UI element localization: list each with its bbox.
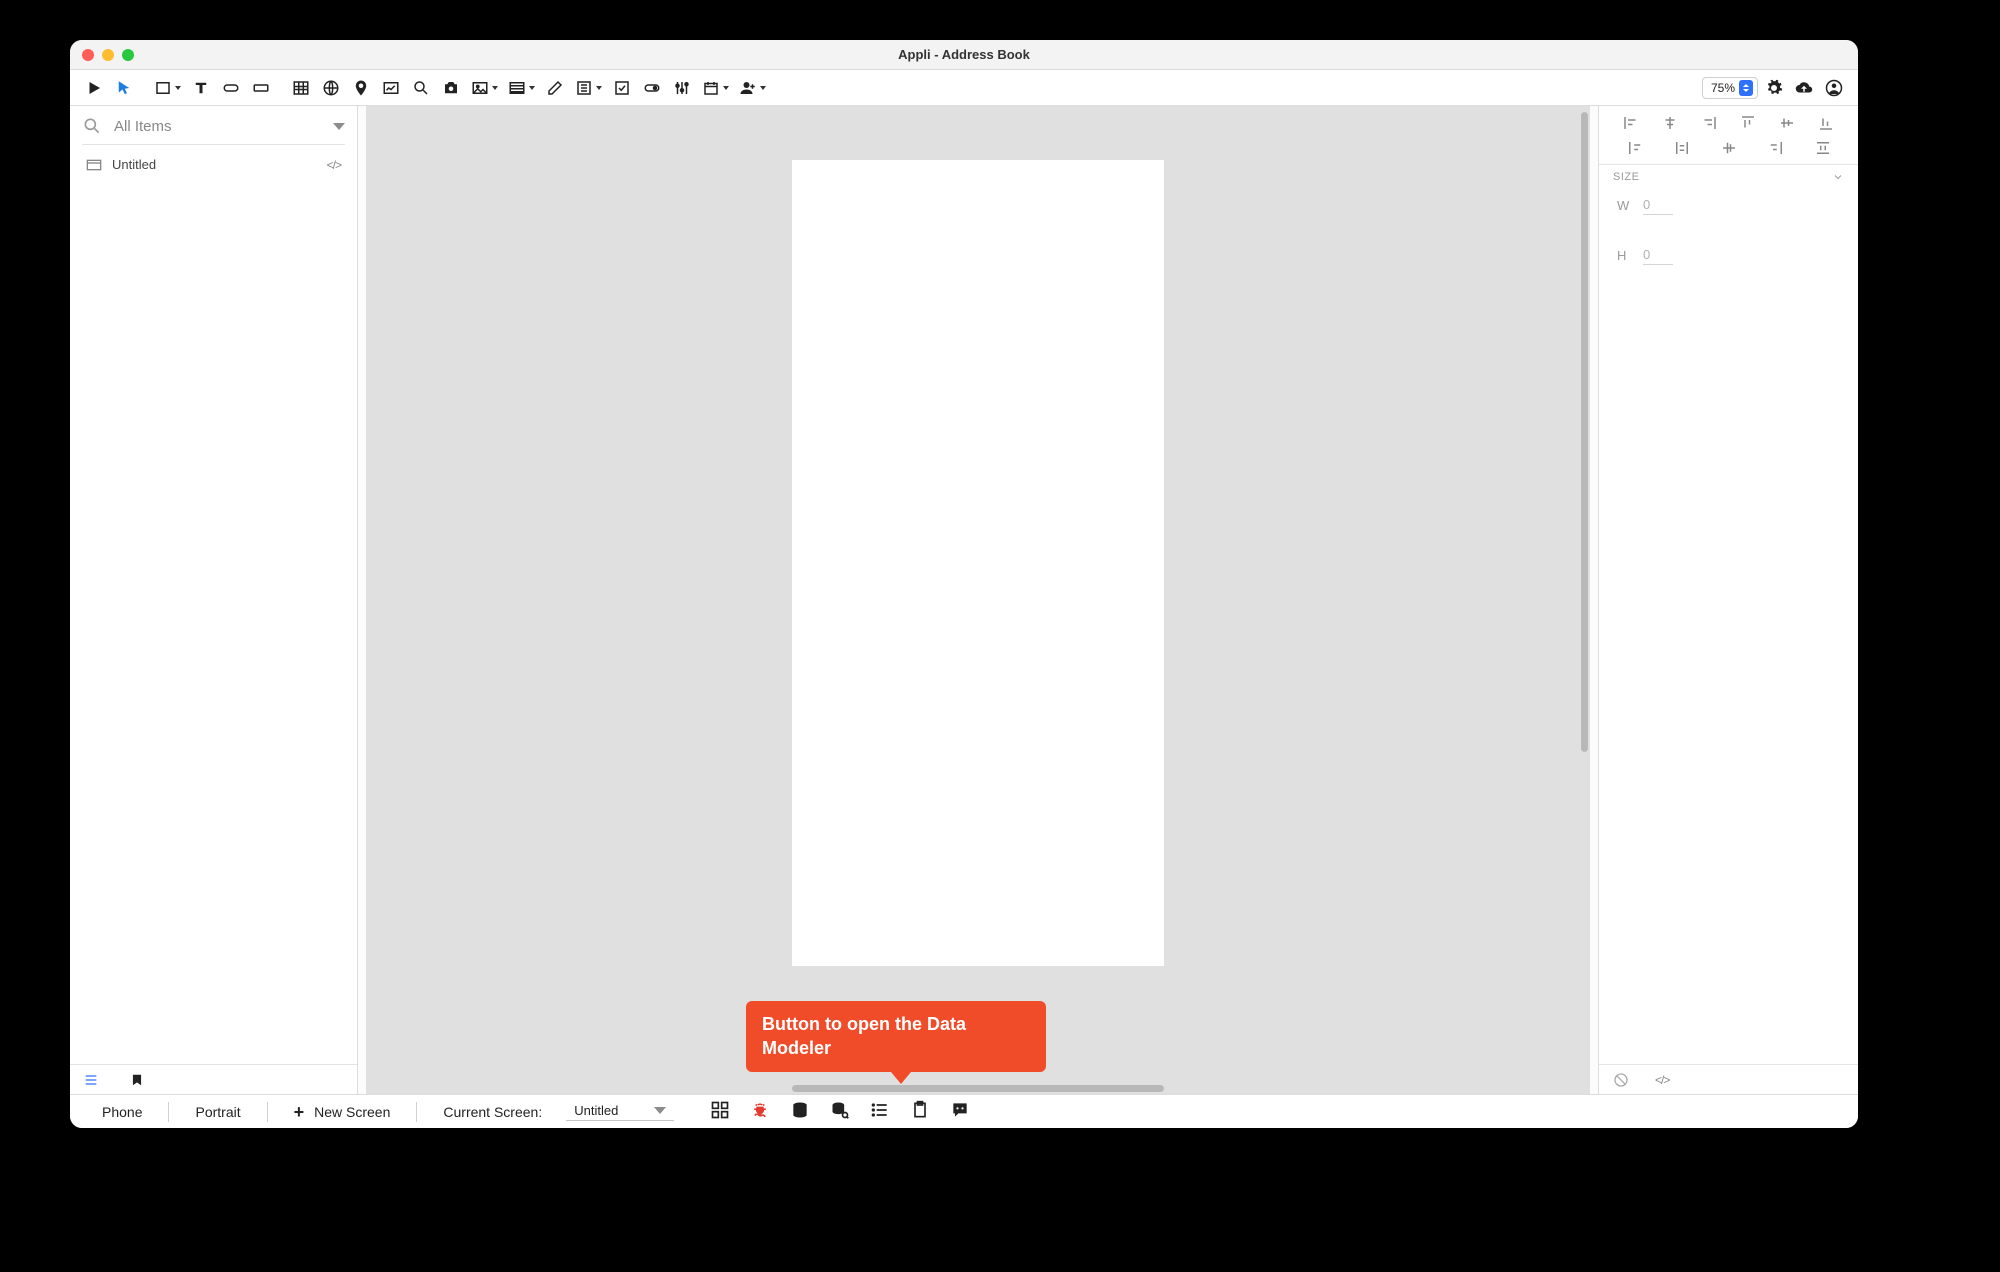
text-tool[interactable] [187,74,215,102]
canvas[interactable]: Button to open the Data Modeler [358,106,1598,1094]
chevron-down-icon [760,86,766,90]
camera-tool[interactable] [437,74,465,102]
form-tool[interactable] [571,74,606,102]
chevron-down-icon [654,1107,666,1114]
current-screen-label: Current Screen: [425,1101,548,1123]
align-left-icon[interactable] [1622,114,1640,135]
inspector-panel: SIZE W 0 H 0 </> [1598,106,1858,1094]
inspector-footer: </> [1599,1064,1858,1094]
current-screen-value: Untitled [574,1103,618,1118]
debug-button[interactable] [750,1100,770,1123]
screen-icon [86,158,102,172]
chevron-down-icon [175,86,181,90]
device-selector[interactable]: Phone [84,1101,160,1123]
distribute-center-icon[interactable] [1720,139,1738,160]
window-title: Appli - Address Book [70,47,1858,62]
zoom-stepper[interactable]: 75% [1702,77,1758,99]
cloud-upload-button[interactable] [1790,74,1818,102]
width-input[interactable]: 0 [1643,195,1673,215]
list-item-label: Untitled [112,157,156,172]
height-label: H [1617,248,1633,263]
edit-tool[interactable] [541,74,569,102]
chevron-down-icon [723,86,729,90]
grid-tool[interactable] [287,74,315,102]
content-area: Untitled </> Button to open the Data Mod… [70,106,1858,1094]
close-window-button[interactable] [82,49,94,61]
align-center-h-icon[interactable] [1661,114,1679,135]
search-icon [82,116,102,136]
checkbox-tool[interactable] [608,74,636,102]
orientation-selector[interactable]: Portrait [177,1101,258,1123]
vertical-scrollbar[interactable] [1581,112,1588,752]
chevron-down-icon [529,86,535,90]
distribute-right-icon[interactable] [1767,139,1785,160]
data-modeler-button[interactable] [790,1100,810,1123]
align-bottom-icon[interactable] [1817,114,1835,135]
zoom-stepper-icon [1739,80,1753,96]
left-panel: Untitled </> [70,106,358,1094]
new-screen-button[interactable]: + New Screen [276,1101,409,1123]
input-tool[interactable] [247,74,275,102]
chevron-down-icon [1832,171,1844,183]
user-tool[interactable] [735,74,770,102]
chart-tool[interactable] [377,74,405,102]
date-tool[interactable] [698,74,733,102]
list-tool[interactable] [504,74,539,102]
minimize-window-button[interactable] [102,49,114,61]
toggle-tool[interactable] [638,74,666,102]
zoom-value: 75% [1711,81,1735,95]
disabled-icon[interactable] [1613,1072,1629,1088]
image-tool[interactable] [467,74,502,102]
top-toolbar: 75% [70,70,1858,106]
clipboard-button[interactable] [910,1100,930,1123]
width-label: W [1617,198,1633,213]
statusbar: Phone Portrait + New Screen Current Scre… [70,1094,1858,1128]
plus-icon: + [294,1103,305,1121]
artboard[interactable] [792,160,1164,966]
bookmark-icon[interactable] [130,1071,144,1089]
left-footer [70,1064,357,1094]
code-icon[interactable]: </> [1655,1073,1669,1087]
globe-tool[interactable] [317,74,345,102]
outline-button[interactable] [870,1100,890,1123]
list-view-icon[interactable] [82,1072,100,1088]
screens-grid-button[interactable] [710,1100,730,1123]
search-tool[interactable] [407,74,435,102]
height-input[interactable]: 0 [1643,245,1673,265]
account-button[interactable] [1820,74,1848,102]
callout-text: Button to open the Data Modeler [762,1014,966,1057]
current-screen-select[interactable]: Untitled [566,1103,674,1121]
chat-button[interactable] [950,1100,970,1123]
zoom-window-button[interactable] [122,49,134,61]
search-input[interactable] [112,117,323,136]
align-top-icon[interactable] [1739,114,1757,135]
window-controls [82,49,134,61]
app-window: Appli - Address Book [70,40,1858,1128]
list-item[interactable]: Untitled </> [78,151,349,178]
rectangle-tool[interactable] [150,74,185,102]
distribute-left-icon[interactable] [1626,139,1644,160]
screen-list: Untitled </> [70,145,357,1064]
horizontal-scrollbar[interactable] [792,1085,1164,1092]
query-button[interactable] [830,1100,850,1123]
run-button[interactable] [80,74,108,102]
align-right-icon[interactable] [1700,114,1718,135]
distribute-h-icon[interactable] [1673,139,1691,160]
size-label: SIZE [1613,171,1639,183]
align-middle-icon[interactable] [1778,114,1796,135]
chevron-down-icon [596,86,602,90]
titlebar: Appli - Address Book [70,40,1858,70]
chevron-down-icon [492,86,498,90]
location-tool[interactable] [347,74,375,102]
filter-dropdown[interactable] [333,123,345,130]
code-icon[interactable]: </> [327,158,341,172]
help-callout: Button to open the Data Modeler [746,1001,1046,1072]
button-tool[interactable] [217,74,245,102]
size-section-header[interactable]: SIZE [1599,164,1858,189]
distribute-v-icon[interactable] [1814,139,1832,160]
pointer-tool[interactable] [110,74,138,102]
slider-tool[interactable] [668,74,696,102]
settings-button[interactable] [1760,74,1788,102]
